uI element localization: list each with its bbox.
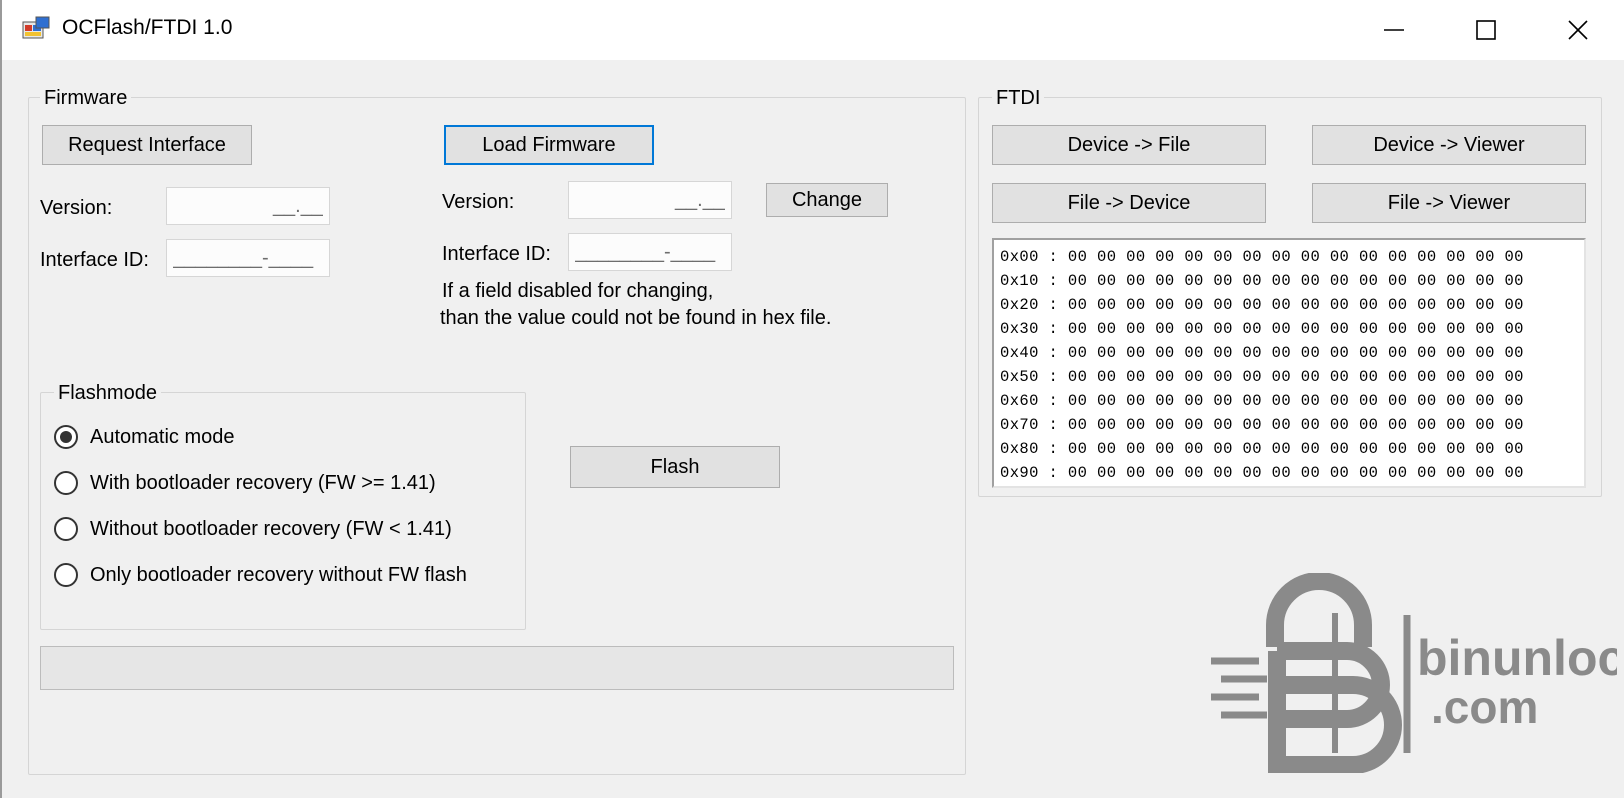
fw-version-field[interactable] bbox=[568, 181, 732, 219]
firmware-group-label: Firmware bbox=[40, 87, 132, 109]
hex-row: 0x30 : 00 00 00 00 00 00 00 00 00 00 00 … bbox=[1000, 320, 1524, 338]
hex-row: 0x70 : 00 00 00 00 00 00 00 00 00 00 00 … bbox=[1000, 416, 1524, 434]
app-icon bbox=[22, 16, 50, 39]
file-to-device-button[interactable]: File -> Device bbox=[992, 183, 1266, 223]
flashmode-group-label: Flashmode bbox=[54, 382, 161, 404]
ftdi-group-label: FTDI bbox=[992, 87, 1045, 109]
radio-button[interactable] bbox=[54, 471, 78, 495]
watermark-brand: binunlock bbox=[1417, 630, 1617, 686]
hex-row: 0x20 : 00 00 00 00 00 00 00 00 00 00 00 … bbox=[1000, 296, 1524, 314]
radio-button[interactable] bbox=[54, 563, 78, 587]
hex-row: 0x00 : 00 00 00 00 00 00 00 00 00 00 00 … bbox=[1000, 248, 1524, 266]
minimize-button[interactable] bbox=[1348, 0, 1440, 60]
hex-row: 0x90 : 00 00 00 00 00 00 00 00 00 00 00 … bbox=[1000, 464, 1524, 482]
watermark-domain: .com bbox=[1431, 681, 1538, 733]
fw-version-label: Version: bbox=[442, 191, 515, 213]
padlock-b-logo bbox=[1211, 573, 1411, 773]
minimize-icon bbox=[1384, 29, 1404, 31]
interface-id-field[interactable] bbox=[166, 239, 330, 277]
close-icon bbox=[1568, 20, 1588, 40]
change-button[interactable]: Change bbox=[766, 183, 888, 217]
request-interface-button[interactable]: Request Interface bbox=[42, 125, 252, 165]
load-firmware-button[interactable]: Load Firmware bbox=[444, 125, 654, 165]
radio-label: Automatic mode bbox=[90, 425, 235, 448]
hex-row: 0x80 : 00 00 00 00 00 00 00 00 00 00 00 … bbox=[1000, 440, 1524, 458]
radio-button[interactable] bbox=[54, 517, 78, 541]
file-to-viewer-button[interactable]: File -> Viewer bbox=[1312, 183, 1586, 223]
title-bar[interactable]: OCFlash/FTDI 1.0 bbox=[2, 0, 1624, 60]
maximize-button[interactable] bbox=[1440, 0, 1532, 60]
radio-automatic-mode[interactable]: Automatic mode bbox=[54, 422, 235, 452]
note-line-2: than the value could not be found in hex… bbox=[440, 307, 832, 329]
hex-row: 0x40 : 00 00 00 00 00 00 00 00 00 00 00 … bbox=[1000, 344, 1524, 362]
flash-button[interactable]: Flash bbox=[570, 446, 780, 488]
radio-with-bootloader-recovery[interactable]: With bootloader recovery (FW >= 1.41) bbox=[54, 468, 436, 498]
close-button[interactable] bbox=[1532, 0, 1624, 60]
device-to-viewer-button[interactable]: Device -> Viewer bbox=[1312, 125, 1586, 165]
hex-viewer[interactable]: 0x00 : 00 00 00 00 00 00 00 00 00 00 00 … bbox=[992, 238, 1586, 488]
interface-id-label: Interface ID: bbox=[40, 249, 149, 271]
note-line-1: If a field disabled for changing, bbox=[442, 280, 714, 302]
fw-interface-id-field[interactable] bbox=[568, 233, 732, 271]
version-field[interactable] bbox=[166, 187, 330, 225]
version-label: Version: bbox=[40, 197, 113, 219]
radio-without-bootloader-recovery[interactable]: Without bootloader recovery (FW < 1.41) bbox=[54, 514, 452, 544]
radio-label: Only bootloader recovery without FW flas… bbox=[90, 563, 467, 586]
fw-interface-id-label: Interface ID: bbox=[442, 243, 551, 265]
window-title: OCFlash/FTDI 1.0 bbox=[62, 16, 233, 39]
radio-button[interactable] bbox=[54, 425, 78, 449]
maximize-icon bbox=[1476, 20, 1496, 40]
radio-label: Without bootloader recovery (FW < 1.41) bbox=[90, 517, 452, 540]
watermark-logo: binunlock .com bbox=[1211, 573, 1617, 773]
hex-row: 0x10 : 00 00 00 00 00 00 00 00 00 00 00 … bbox=[1000, 272, 1524, 290]
app-window: OCFlash/FTDI 1.0 Firmware Request Interf… bbox=[0, 0, 1624, 798]
device-to-file-button[interactable]: Device -> File bbox=[992, 125, 1266, 165]
radio-label: With bootloader recovery (FW >= 1.41) bbox=[90, 471, 436, 494]
hex-row: 0x50 : 00 00 00 00 00 00 00 00 00 00 00 … bbox=[1000, 368, 1524, 386]
progress-bar bbox=[40, 646, 954, 690]
radio-only-bootloader-recovery[interactable]: Only bootloader recovery without FW flas… bbox=[54, 560, 467, 590]
hex-row: 0x60 : 00 00 00 00 00 00 00 00 00 00 00 … bbox=[1000, 392, 1524, 410]
